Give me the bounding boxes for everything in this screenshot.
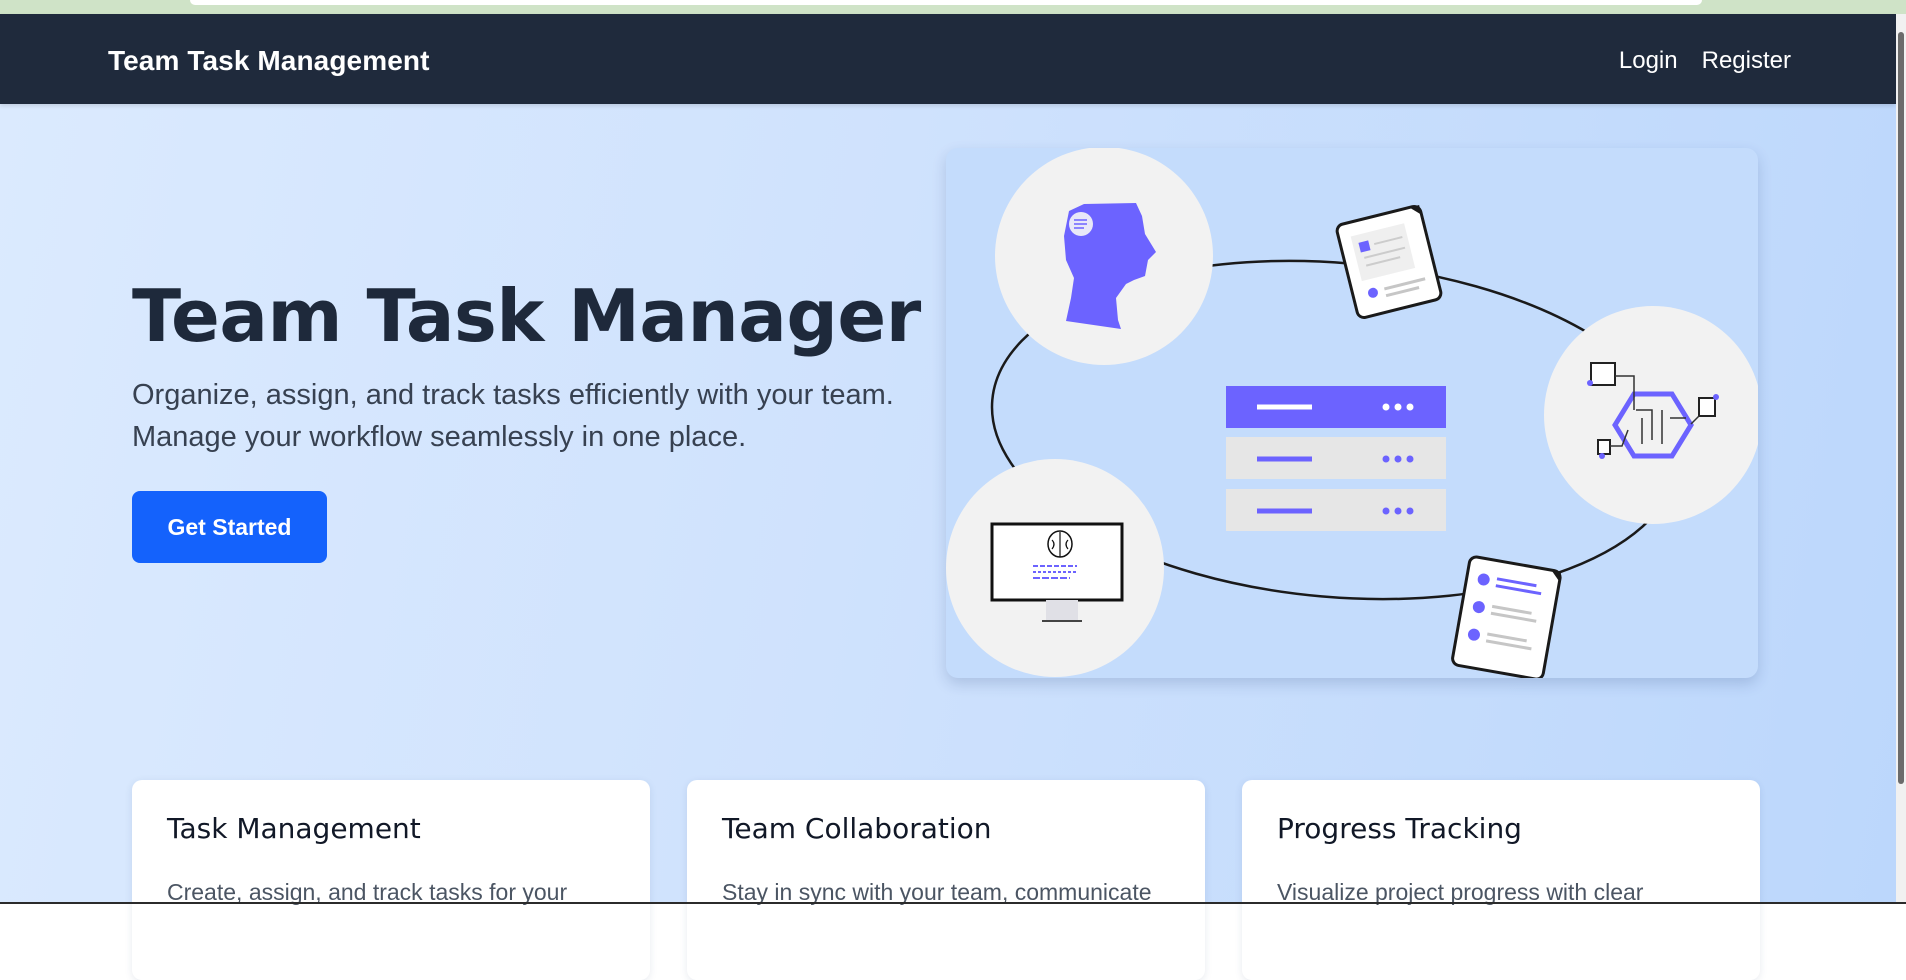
feature-title: Team Collaboration bbox=[722, 812, 992, 845]
get-started-button[interactable]: Get Started bbox=[132, 491, 327, 563]
hero-title: Team Task Manager bbox=[132, 274, 921, 358]
login-link[interactable]: Login bbox=[1619, 47, 1678, 75]
scrollbar-thumb[interactable] bbox=[1898, 32, 1904, 784]
illustration-svg bbox=[946, 148, 1758, 678]
brand-logo-text[interactable]: Team Task Management bbox=[108, 45, 430, 77]
address-bar-edge bbox=[190, 0, 1702, 5]
feature-card-progress-tracking: Progress Tracking Visualize project prog… bbox=[1242, 780, 1760, 980]
page-scrollbar[interactable] bbox=[1896, 14, 1906, 904]
person-head-icon bbox=[995, 148, 1213, 365]
feature-card-task-management: Task Management Create, assign, and trac… bbox=[132, 780, 650, 980]
navbar: Team Task Management Login Register bbox=[0, 14, 1896, 104]
checklist-icon bbox=[1451, 555, 1562, 678]
server-list-icon bbox=[1226, 386, 1446, 531]
hero-subtitle: Organize, assign, and track tasks effici… bbox=[132, 379, 894, 453]
feature-title: Task Management bbox=[167, 812, 421, 845]
monitor-brain-icon bbox=[946, 459, 1164, 677]
circuit-hexagon-icon bbox=[1544, 306, 1758, 524]
document-icon bbox=[1335, 205, 1443, 319]
browser-top-strip bbox=[0, 0, 1906, 14]
register-link[interactable]: Register bbox=[1702, 47, 1791, 75]
feature-card-team-collaboration: Team Collaboration Stay in sync with you… bbox=[687, 780, 1205, 980]
feature-title: Progress Tracking bbox=[1277, 812, 1522, 845]
hero-illustration bbox=[946, 148, 1758, 678]
hero-section: Team Task Manager Organize, assign, and … bbox=[0, 104, 1896, 980]
nav-links: Login Register bbox=[1619, 47, 1791, 75]
